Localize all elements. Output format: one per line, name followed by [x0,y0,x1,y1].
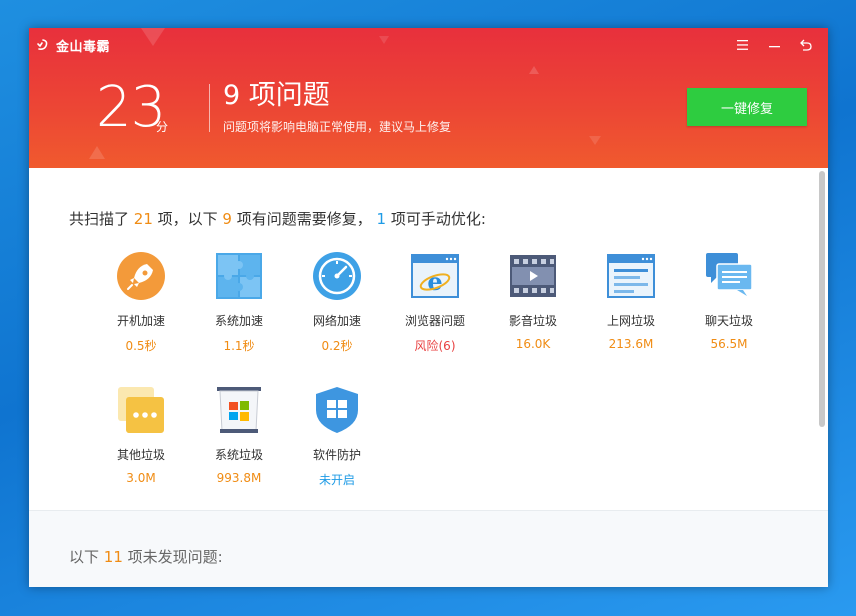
summary-text: 项，以下 [152,210,223,228]
issue-count-title: 9 项问题 [223,80,330,111]
item-browser-issue[interactable]: e 浏览器问题 风险(6) [398,252,472,354]
summary-text: 项可手动优化: [386,210,486,228]
window-controls [726,36,822,54]
item-label: 系统加速 [214,314,263,328]
footer-text: 项未发现问题: [122,548,223,566]
minimize-icon [768,46,780,48]
speedometer-icon [313,252,361,300]
app-logo: 金山毒霸 [36,36,111,55]
minimize-button[interactable] [758,36,790,54]
scan-results-panel: 共扫描了 21 项，以下 9 项有问题需要修复， 1 项可手动优化: 开机加速 … [29,168,828,510]
decor-triangle [589,136,601,145]
item-label: 开机加速 [116,314,165,328]
problem-count: 9 [222,210,232,228]
item-label: 聊天垃圾 [704,314,753,328]
scanned-count: 21 [133,210,153,228]
item-software-protect[interactable]: 软件防护 未开启 [300,386,374,488]
no-issue-section: 以下 11 项未发现问题: [29,510,828,587]
item-value: 993.8M [216,471,262,485]
header-divider [209,84,210,132]
item-media-junk[interactable]: 影音垃圾 16.0K [496,252,570,351]
back-icon [800,39,812,51]
item-label: 影音垃圾 [508,314,557,328]
vertical-scrollbar[interactable] [819,171,825,427]
item-value: 56.5M [710,337,748,351]
no-issue-summary: 以下 11 项未发现问题: [69,546,223,567]
film-icon [510,255,556,297]
item-boot-speed[interactable]: 开机加速 0.5秒 [104,252,178,354]
shield-icon [316,387,358,433]
menu-button[interactable] [726,36,758,54]
item-network-speed[interactable]: 网络加速 0.2秒 [300,252,374,354]
item-value: 213.6M [608,337,654,351]
chat-icon [706,253,753,296]
item-label: 网络加速 [312,314,361,328]
svg-text:e: e [427,267,442,296]
decor-triangle [529,66,539,74]
item-label: 系统垃圾 [214,448,263,462]
trash-icon [217,387,261,433]
main-window: 金山毒霸 23 分 9 项问题 问题项将影响电脑正常使用，建议马上修复 一键修复… [29,28,828,587]
score-value: 23 [96,75,166,140]
one-click-fix-button[interactable]: 一键修复 [687,88,807,126]
logo-icon [37,39,48,50]
decor-triangle [89,146,105,159]
item-value: 16.0K [515,337,551,351]
header-banner: 金山毒霸 23 分 9 项问题 问题项将影响电脑正常使用，建议马上修复 一键修复 [29,28,828,168]
item-other-junk[interactable]: 其他垃圾 3.0M [104,386,178,485]
decor-triangle [141,28,165,46]
no-issue-count: 11 [103,548,123,566]
decor-triangle [379,36,389,44]
item-chat-junk[interactable]: 聊天垃圾 56.5M [692,252,766,351]
item-value: 1.1秒 [223,339,255,353]
item-web-junk[interactable]: 上网垃圾 213.6M [594,252,668,351]
other-icon [118,387,164,433]
puzzle-icon [216,253,262,299]
item-value: 0.5秒 [125,339,157,353]
rocket-icon [117,252,165,300]
manual-count: 1 [376,210,387,228]
item-value: 0.2秒 [321,339,353,353]
menu-icon [736,40,748,50]
footer-text: 以下 [69,548,104,566]
scan-summary: 共扫描了 21 项，以下 9 项有问题需要修复， 1 项可手动优化: [69,208,486,229]
item-system-junk[interactable]: 系统垃圾 993.8M [202,386,276,485]
webpage-icon [607,254,655,298]
item-value: 3.0M [126,471,156,485]
score-unit: 分 [156,120,169,134]
item-system-speed[interactable]: 系统加速 1.1秒 [202,252,276,354]
summary-text: 共扫描了 [69,210,134,228]
back-button[interactable] [790,36,822,54]
item-label: 软件防护 [312,448,361,462]
issue-subtitle: 问题项将影响电脑正常使用，建议马上修复 [223,120,452,134]
item-label: 浏览器问题 [404,314,465,328]
ie-browser-icon: e [411,254,459,298]
item-value: 未开启 [318,473,355,487]
item-label: 上网垃圾 [606,314,655,328]
item-label: 其他垃圾 [116,448,165,462]
summary-text: 项有问题需要修复， [231,210,377,228]
app-title: 金山毒霸 [56,39,111,55]
item-value: 风险(6) [414,339,456,353]
